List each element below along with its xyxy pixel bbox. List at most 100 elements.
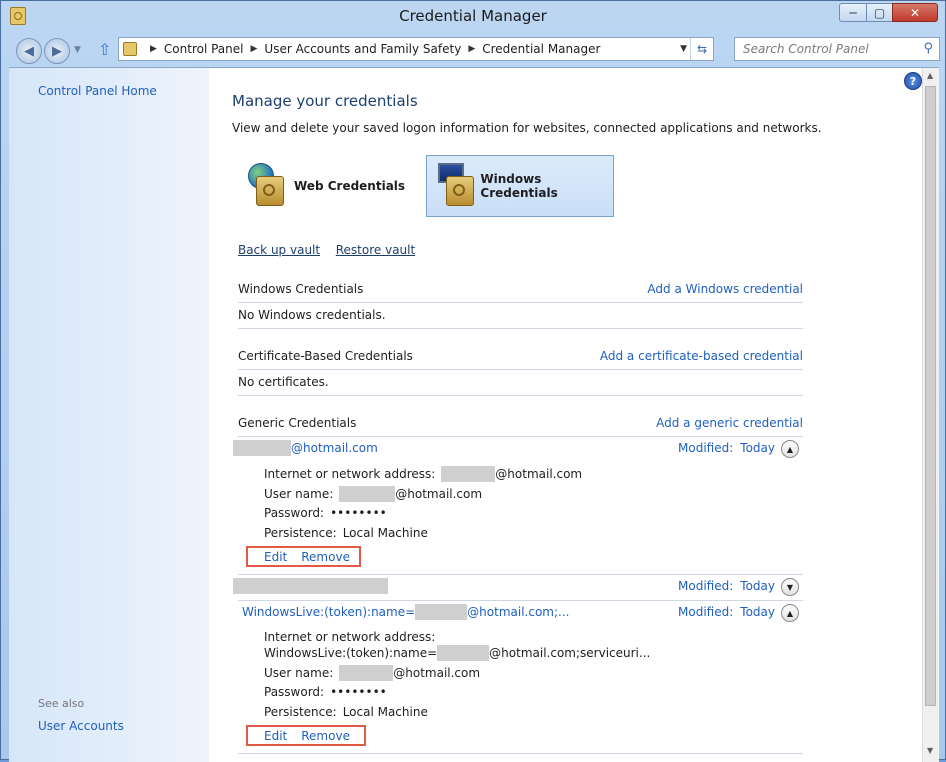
- windows-credentials-tile[interactable]: Windows Credentials: [426, 155, 614, 217]
- recent-pages-dropdown-icon[interactable]: ▼: [74, 45, 81, 55]
- breadcrumb-separator-icon[interactable]: ▶: [150, 44, 157, 54]
- password-value: ••••••••: [330, 506, 387, 520]
- credential-name[interactable]: @hotmail.com: [291, 441, 378, 455]
- divider: [238, 395, 803, 396]
- password-label: Password:: [264, 506, 325, 520]
- expand-chevron-down-icon[interactable]: ▼: [781, 578, 799, 596]
- control-panel-icon: [123, 42, 137, 56]
- credential-header[interactable]: [233, 578, 388, 594]
- breadcrumb-control-panel[interactable]: Control Panel: [164, 42, 244, 56]
- back-arrow-icon[interactable]: ◀: [16, 38, 42, 64]
- web-credentials-tile[interactable]: Web Credentials: [237, 155, 417, 217]
- scroll-up-arrow-icon[interactable]: ▲: [927, 71, 933, 80]
- divider: [238, 600, 803, 601]
- persistence-label: Persistence:: [264, 526, 337, 540]
- modified-info: Modified: Today: [678, 605, 775, 619]
- breadcrumb-credential-manager[interactable]: Credential Manager: [482, 42, 600, 56]
- monitor-vault-icon: [432, 160, 480, 212]
- search-box[interactable]: ⚲: [734, 37, 940, 61]
- search-input[interactable]: [741, 41, 915, 57]
- collapse-chevron-up-icon[interactable]: ▲: [781, 440, 799, 458]
- generic-credentials-heading: Generic Credentials: [238, 416, 357, 430]
- refresh-icon[interactable]: ⇆: [690, 38, 713, 60]
- add-certificate-credential-link[interactable]: Add a certificate-based credential: [600, 349, 803, 363]
- breadcrumb-user-accounts[interactable]: User Accounts and Family Safety: [264, 42, 461, 56]
- address-row: Internet or network address:: [264, 630, 441, 644]
- divider: [238, 753, 803, 754]
- help-icon[interactable]: ?: [904, 72, 922, 90]
- no-windows-credentials-text: No Windows credentials.: [238, 308, 386, 322]
- address-value-row: WindowsLive:(token):name= @hotmail.com;s…: [264, 645, 650, 661]
- password-row: Password: ••••••••: [264, 685, 387, 699]
- up-arrow-icon[interactable]: ⇧: [98, 40, 111, 59]
- remove-credential-link[interactable]: Remove: [301, 729, 350, 743]
- main-content: ? Manage your credentials View and delet…: [9, 68, 939, 762]
- edit-credential-link[interactable]: Edit: [264, 729, 287, 743]
- maximize-button[interactable]: ▢: [866, 3, 893, 22]
- scrollbar-thumb[interactable]: [925, 86, 936, 706]
- client-area: Control Panel Home See also User Account…: [9, 67, 939, 762]
- windows-credentials-label: Windows Credentials: [480, 172, 558, 200]
- address-bar[interactable]: ▶ Control Panel ▶ User Accounts and Fami…: [118, 37, 714, 61]
- credential-header[interactable]: WindowsLive:(token):name= @hotmail.com;.…: [242, 604, 569, 620]
- credential-actions: Edit Remove: [246, 725, 366, 746]
- search-icon[interactable]: ⚲: [923, 41, 933, 56]
- divider: [238, 436, 803, 437]
- address-prefix: WindowsLive:(token):name=: [264, 646, 438, 660]
- redacted-text: [441, 466, 496, 482]
- title-bar[interactable]: Credential Manager ─ ▢ ✕: [1, 1, 945, 33]
- divider: [238, 328, 803, 329]
- username-label: User name:: [264, 487, 334, 501]
- address-dropdown-icon[interactable]: ▼: [680, 44, 687, 54]
- no-certificates-text: No certificates.: [238, 375, 329, 389]
- forward-arrow-icon[interactable]: ▶: [44, 38, 70, 64]
- scroll-down-arrow-icon[interactable]: ▼: [927, 746, 933, 755]
- address-label: Internet or network address:: [264, 630, 436, 644]
- persistence-row: Persistence: Local Machine: [264, 705, 428, 719]
- password-row: Password: ••••••••: [264, 506, 387, 520]
- redacted-text: [233, 578, 388, 594]
- username-value: @hotmail.com: [395, 487, 483, 501]
- address-value: @hotmail.com: [495, 467, 583, 481]
- persistence-row: Persistence: Local Machine: [264, 526, 428, 540]
- modified-label: Modified:: [678, 441, 734, 455]
- back-up-vault-link[interactable]: Back up vault: [238, 243, 320, 257]
- modified-value: Today: [740, 441, 775, 455]
- restore-vault-link[interactable]: Restore vault: [336, 243, 415, 257]
- vertical-scrollbar[interactable]: ▲ ▼: [922, 68, 939, 762]
- remove-credential-link[interactable]: Remove: [301, 550, 350, 564]
- password-value: ••••••••: [330, 685, 387, 699]
- close-button[interactable]: ✕: [892, 3, 938, 22]
- credential-name-suffix[interactable]: @hotmail.com;...: [467, 605, 569, 619]
- breadcrumb-separator-icon[interactable]: ▶: [468, 44, 475, 54]
- username-value: @hotmail.com: [393, 666, 481, 680]
- page-title: Manage your credentials: [232, 92, 418, 110]
- redacted-text: [339, 486, 396, 502]
- breadcrumb-separator-icon[interactable]: ▶: [251, 44, 258, 54]
- modified-info: Modified: Today: [678, 441, 775, 455]
- divider: [238, 369, 803, 370]
- modified-value: Today: [740, 579, 775, 593]
- username-label: User name:: [264, 666, 334, 680]
- divider: [238, 574, 803, 575]
- minimize-button[interactable]: ─: [839, 3, 867, 22]
- redacted-text: [233, 440, 291, 456]
- add-windows-credential-link[interactable]: Add a Windows credential: [647, 282, 803, 296]
- modified-value: Today: [740, 605, 775, 619]
- add-generic-credential-link[interactable]: Add a generic credential: [656, 416, 803, 430]
- persistence-value: Local Machine: [342, 526, 428, 540]
- username-row: User name: @hotmail.com: [264, 486, 482, 502]
- credential-name-prefix[interactable]: WindowsLive:(token):name=: [242, 605, 415, 619]
- window-frame: Credential Manager ─ ▢ ✕ ◀ ▶ ▼ ⇧ ▶ Contr…: [0, 0, 946, 762]
- globe-vault-icon: [242, 160, 294, 212]
- windows-credentials-heading: Windows Credentials: [238, 282, 364, 296]
- collapse-chevron-up-icon[interactable]: ▲: [781, 604, 799, 622]
- username-row: User name: @hotmail.com: [264, 665, 480, 681]
- address-row: Internet or network address: @hotmail.co…: [264, 466, 582, 482]
- navigation-bar: ◀ ▶ ▼ ⇧ ▶ Control Panel ▶ User Accounts …: [8, 34, 940, 66]
- edit-credential-link[interactable]: Edit: [264, 550, 287, 564]
- credential-header[interactable]: @hotmail.com: [233, 440, 378, 456]
- modified-info: Modified: Today: [678, 579, 775, 593]
- redacted-text: [437, 645, 490, 661]
- page-description: View and delete your saved logon informa…: [232, 121, 822, 135]
